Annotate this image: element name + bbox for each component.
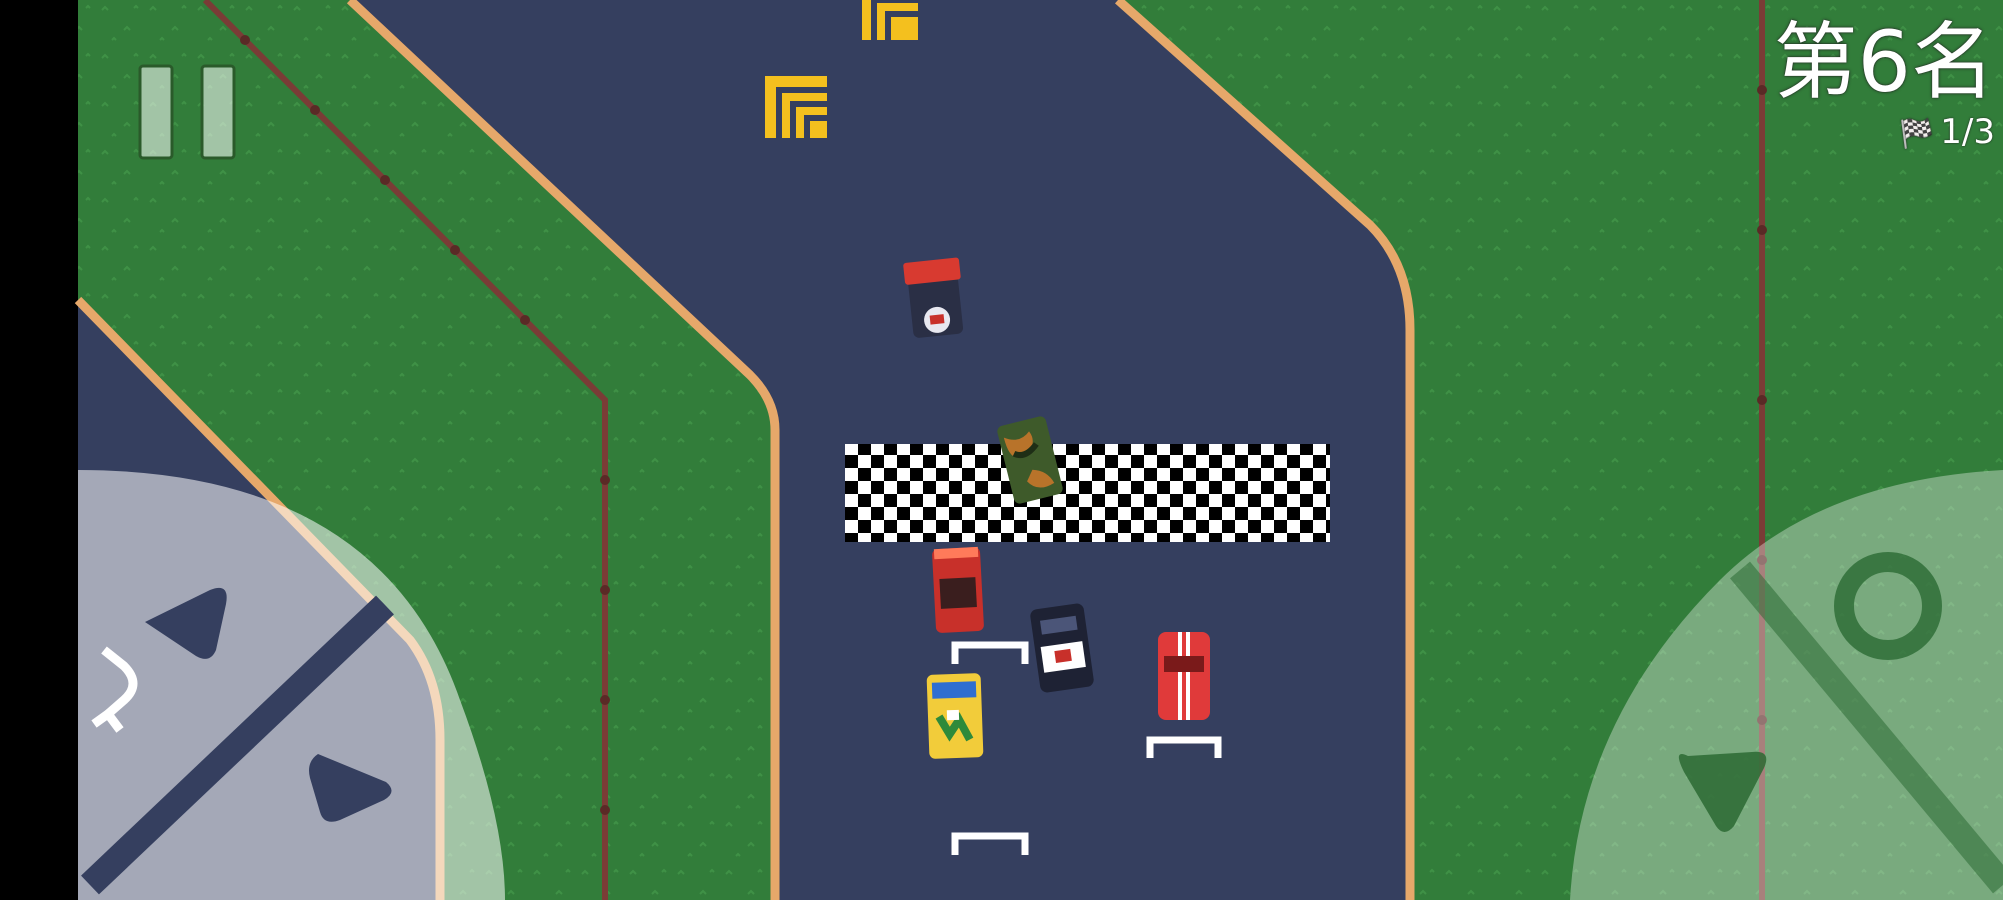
opponent-car [926, 673, 984, 759]
direction-chevron-icon [862, 0, 918, 40]
direction-chevron-icon [765, 76, 827, 138]
lap-counter-value: 1/3 [1940, 112, 1995, 152]
player-car [1158, 632, 1210, 720]
race-track-scene [0, 0, 2003, 900]
checkered-flag-icon: 🏁 [1899, 117, 1935, 150]
race-position-label: 第6名 [1773, 13, 1995, 111]
lap-counter: 🏁 1/3 [1899, 112, 1995, 154]
opponent-car [932, 546, 984, 633]
left-letterbox [0, 0, 78, 900]
finish-line [845, 444, 1330, 542]
